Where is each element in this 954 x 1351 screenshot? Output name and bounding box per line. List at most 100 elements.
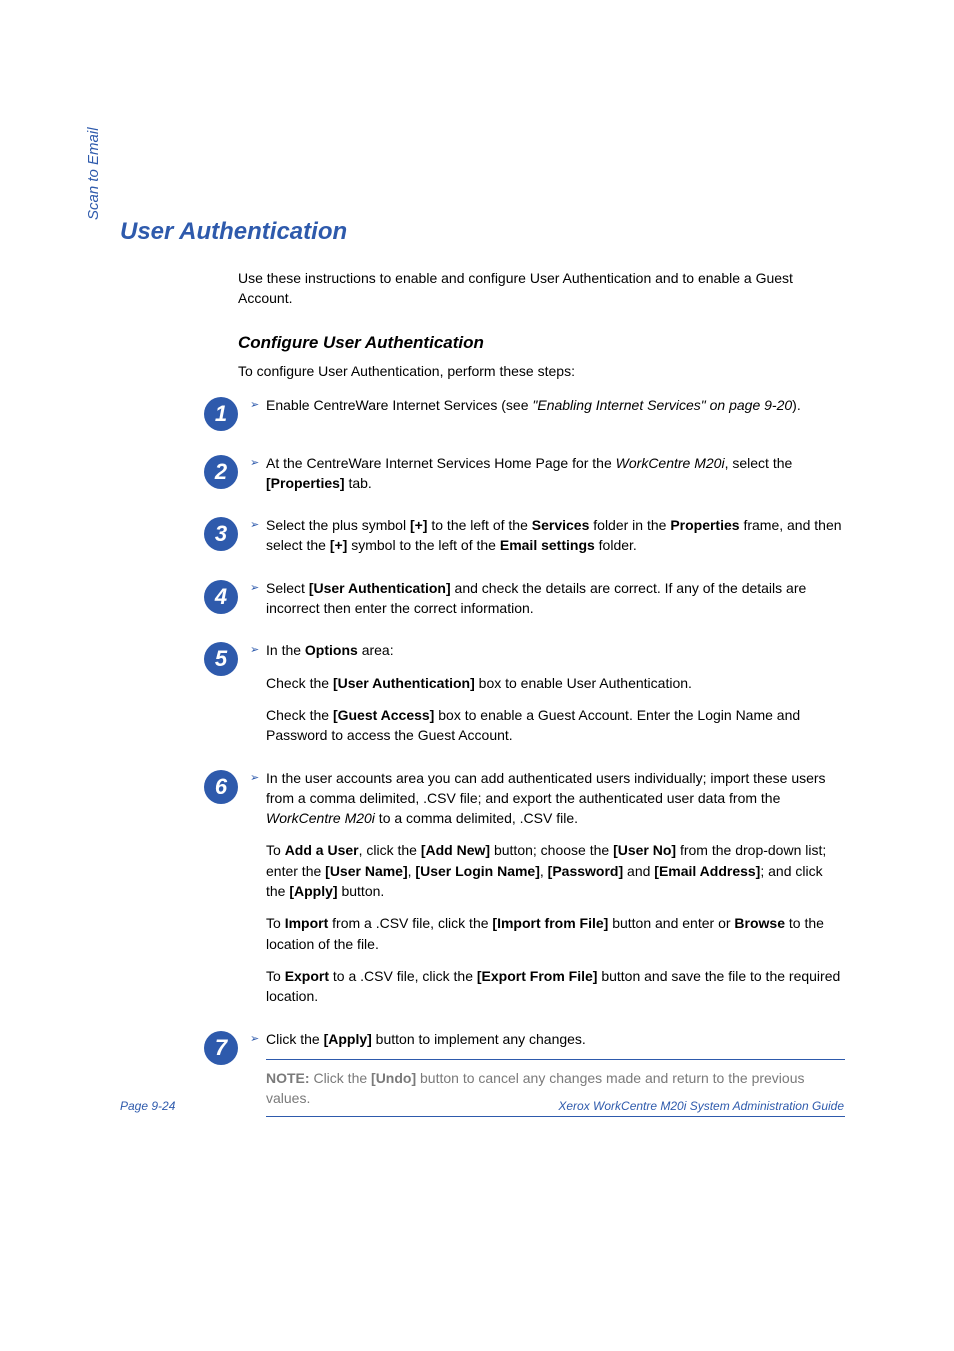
txt: , <box>540 863 548 879</box>
ui: [User Authentication] <box>333 675 475 691</box>
step-2: 2 ➢ At the CentreWare Internet Services … <box>190 453 845 494</box>
bullet-icon: ➢ <box>250 453 266 472</box>
ui: [Import from File] <box>492 915 608 931</box>
footer-page-number: Page 9-24 <box>120 1099 175 1113</box>
bullet-icon: ➢ <box>250 515 266 534</box>
txt: button and enter or <box>608 915 734 931</box>
step-6-p3: To Export to a .CSV file, click the [Exp… <box>266 966 845 1007</box>
txt: area: <box>358 642 394 658</box>
txt: to the left of the <box>427 517 531 533</box>
txt: symbol to the left of the <box>347 537 500 553</box>
txt: In the user accounts area you can add au… <box>266 770 826 806</box>
ui: Import <box>285 915 329 931</box>
txt: to a comma delimited, .CSV file. <box>375 810 578 826</box>
footer-doc-title: Xerox WorkCentre M20i System Administrat… <box>558 1099 844 1113</box>
txt: Select the plus symbol <box>266 517 410 533</box>
ui: Email settings <box>500 537 595 553</box>
step-body: ➢ Select the plus symbol [+] to the left… <box>244 515 845 556</box>
ui: [Export From File] <box>477 968 598 984</box>
txt: To <box>266 915 285 931</box>
step-6-p2: To Import from a .CSV file, click the [I… <box>266 913 845 954</box>
ui: [Add New] <box>421 842 490 858</box>
txt: tab. <box>345 475 372 491</box>
ui: [User Name] <box>325 863 407 879</box>
ui: [Password] <box>548 863 623 879</box>
ui: [User Login Name] <box>415 863 539 879</box>
ui: [Apply] <box>289 883 337 899</box>
step-badge-4: 4 <box>204 580 238 614</box>
step-badge-3: 3 <box>204 517 238 551</box>
txt: folder in the <box>589 517 670 533</box>
txt: and <box>623 863 654 879</box>
document-page: Scan to Email User Authentication Use th… <box>0 0 954 1351</box>
step-badge-6: 6 <box>204 770 238 804</box>
bullet-icon: ➢ <box>250 578 266 597</box>
txt: Check the <box>266 707 333 723</box>
step-body: ➢ In the user accounts area you can add … <box>244 768 845 1007</box>
bullet-icon: ➢ <box>250 640 266 659</box>
ui: Options <box>305 642 358 658</box>
txt: to a .CSV file, click the <box>329 968 477 984</box>
step-number-col: 2 <box>190 453 244 494</box>
ui: [+] <box>330 537 348 553</box>
step-number-col: 4 <box>190 578 244 619</box>
step-5-p2: Check the [Guest Access] box to enable a… <box>266 705 845 746</box>
step-number-col: 3 <box>190 515 244 556</box>
ui: Export <box>285 968 329 984</box>
step-4: 4 ➢ Select [User Authentication] and che… <box>190 578 845 619</box>
step-number-col: 5 <box>190 640 244 745</box>
main-content: User Authentication Use these instructio… <box>120 218 845 1117</box>
product: WorkCentre M20i <box>616 455 725 471</box>
bullet-icon: ➢ <box>250 395 266 414</box>
step-badge-5: 5 <box>204 642 238 676</box>
txt: button to implement any changes. <box>372 1031 586 1047</box>
txt: Enable CentreWare Internet Services (see <box>266 397 532 413</box>
step-2-text: At the CentreWare Internet Services Home… <box>266 453 845 494</box>
ui: [Properties] <box>266 475 345 491</box>
step-1: 1 ➢ Enable CentreWare Internet Services … <box>190 395 845 431</box>
txt: Check the <box>266 675 333 691</box>
txt: button. <box>338 883 385 899</box>
product: WorkCentre M20i <box>266 810 375 826</box>
txt: , click the <box>359 842 421 858</box>
step-body: ➢ Enable CentreWare Internet Services (s… <box>244 395 845 431</box>
step-body: ➢ Select [User Authentication] and check… <box>244 578 845 619</box>
note-label: NOTE: <box>266 1070 310 1086</box>
ui: [Email Address] <box>654 863 760 879</box>
page-footer: Page 9-24 Xerox WorkCentre M20i System A… <box>120 1099 844 1113</box>
step-4-text: Select [User Authentication] and check t… <box>266 578 845 619</box>
ui: Add a User <box>285 842 359 858</box>
step-7-text: Click the [Apply] button to implement an… <box>266 1029 845 1049</box>
step-6-head: In the user accounts area you can add au… <box>266 768 845 829</box>
ui: Services <box>532 517 590 533</box>
step-number-col: 6 <box>190 768 244 1007</box>
body-block: Use these instructions to enable and con… <box>238 268 845 379</box>
txt: In the <box>266 642 305 658</box>
txt: ). <box>792 397 801 413</box>
step-body: ➢ At the CentreWare Internet Services Ho… <box>244 453 845 494</box>
ui: [Apply] <box>324 1031 372 1047</box>
step-badge-2: 2 <box>204 455 238 489</box>
txt: box to enable User Authentication. <box>475 675 692 691</box>
step-body: ➢ In the Options area: Check the [User A… <box>244 640 845 745</box>
page-title: User Authentication <box>120 218 845 246</box>
section-heading: Configure User Authentication <box>238 333 845 353</box>
ui: Properties <box>670 517 739 533</box>
txt: Select <box>266 580 309 596</box>
ref: "Enabling Internet Services" on page 9-2… <box>532 397 792 413</box>
step-3-text: Select the plus symbol [+] to the left o… <box>266 515 845 556</box>
intro-paragraph: Use these instructions to enable and con… <box>238 268 845 309</box>
txt: button; choose the <box>490 842 613 858</box>
txt: , select the <box>725 455 793 471</box>
step-5-p1: Check the [User Authentication] box to e… <box>266 673 845 693</box>
step-number-col: 1 <box>190 395 244 431</box>
step-5-head: In the Options area: <box>266 640 845 660</box>
txt: Click the <box>266 1031 324 1047</box>
step-1-text: Enable CentreWare Internet Services (see… <box>266 395 845 415</box>
step-6-p1: To Add a User, click the [Add New] butto… <box>266 840 845 901</box>
bullet-icon: ➢ <box>250 1029 266 1048</box>
step-3: 3 ➢ Select the plus symbol [+] to the le… <box>190 515 845 556</box>
txt: from a .CSV file, click the <box>328 915 492 931</box>
sidebar-label: Scan to Email <box>85 127 102 220</box>
step-badge-7: 7 <box>204 1031 238 1065</box>
